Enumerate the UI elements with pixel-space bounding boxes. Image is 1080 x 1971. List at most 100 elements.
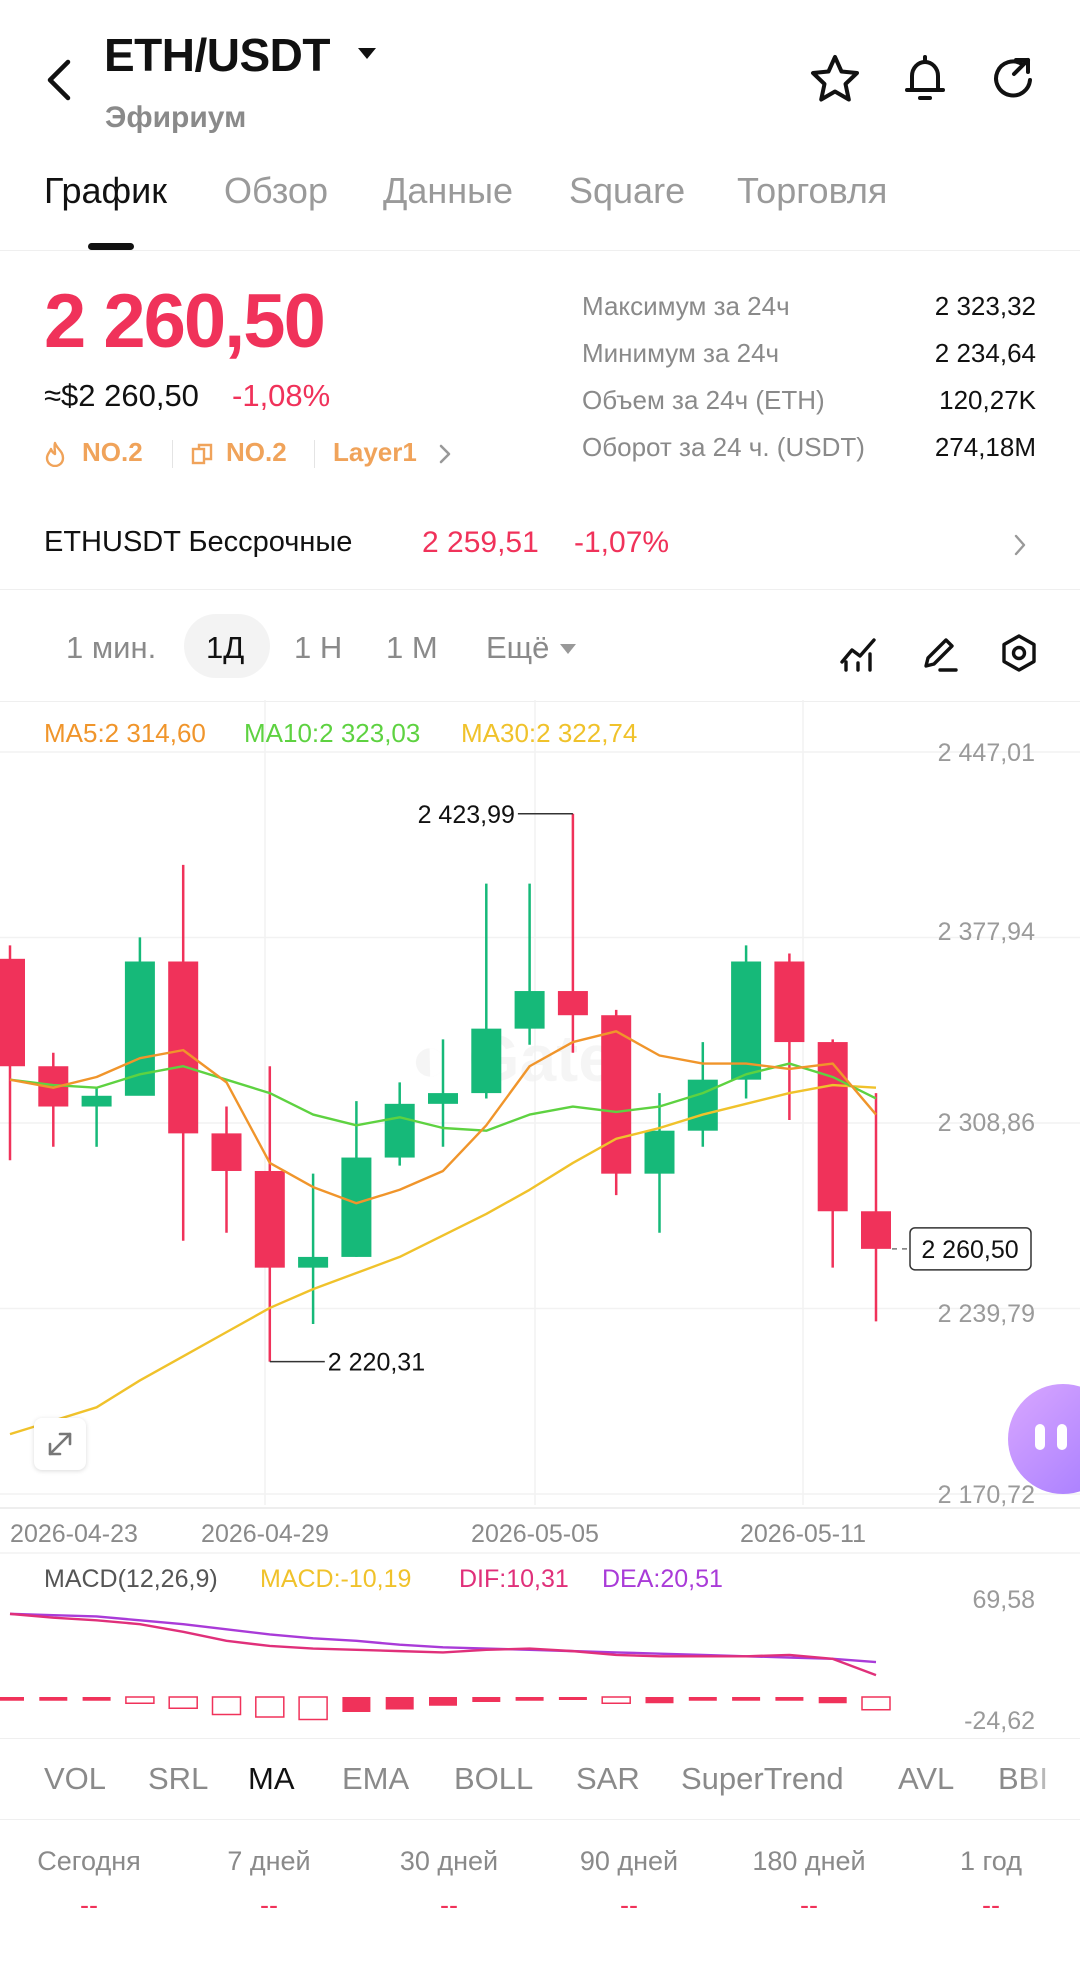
tab-square[interactable]: Square bbox=[569, 170, 685, 212]
price-change-pct: -1,08% bbox=[232, 378, 331, 413]
expand-button[interactable] bbox=[34, 1418, 86, 1470]
settings-icon[interactable] bbox=[998, 632, 1040, 674]
chevron-right-icon[interactable] bbox=[438, 443, 452, 465]
caret-down-icon[interactable] bbox=[356, 46, 378, 62]
macd-hist-bar bbox=[82, 1697, 111, 1701]
candle-body bbox=[601, 1015, 632, 1174]
x-tick-label: 2026-05-11 bbox=[740, 1520, 866, 1548]
perpetual-row[interactable]: ETHUSDT Бессрочные 2 259,51 -1,07% bbox=[0, 510, 1080, 590]
perf-label-30d: 30 дней bbox=[399, 1846, 499, 1876]
macd-hist-bar bbox=[342, 1697, 371, 1712]
header: ETH/USDT Эфириум bbox=[0, 0, 1080, 150]
candle-body bbox=[211, 1133, 242, 1171]
candle-body bbox=[471, 1028, 502, 1094]
perf-label-today: Сегодня bbox=[37, 1846, 141, 1876]
macd-hist-bar bbox=[645, 1697, 674, 1704]
perf-label-1y: 1 год bbox=[960, 1846, 1022, 1876]
pair-title[interactable]: ETH/USDT bbox=[104, 28, 331, 82]
last-price: 2 260,50 bbox=[44, 279, 326, 364]
back-arrow-icon[interactable] bbox=[38, 50, 82, 110]
indicator-vol[interactable]: VOL bbox=[44, 1761, 106, 1797]
x-tick-label: 2026-05-05 bbox=[471, 1520, 599, 1548]
interval-1min[interactable]: 1 мин. bbox=[66, 630, 156, 666]
candle-body bbox=[124, 961, 155, 1096]
perf-value: -- bbox=[80, 1890, 98, 1920]
chevron-right-icon bbox=[1014, 534, 1026, 556]
perf-label-90d: 90 дней bbox=[579, 1846, 679, 1876]
perpetual-price: 2 259,51 bbox=[422, 526, 539, 559]
macd-hist-bar bbox=[601, 1696, 631, 1704]
macd-hist-bar bbox=[429, 1697, 457, 1706]
candle-body bbox=[774, 961, 805, 1043]
scroll-fade bbox=[1020, 1739, 1080, 1819]
stat-value: 274,18M bbox=[934, 432, 1036, 462]
cube-icon bbox=[191, 443, 213, 465]
interval-1d[interactable]: 1Д bbox=[206, 630, 244, 666]
macd-hist-bar bbox=[688, 1697, 717, 1701]
indicator-srl[interactable]: SRL bbox=[148, 1761, 208, 1797]
interval-more[interactable]: Ещё bbox=[486, 630, 549, 666]
candle-body bbox=[428, 1093, 458, 1104]
candle-body bbox=[817, 1042, 848, 1212]
bell-icon[interactable] bbox=[898, 52, 952, 106]
rank-tag[interactable]: NO.2 bbox=[82, 437, 143, 468]
macd-y-tick-label: 69,58 bbox=[972, 1586, 1035, 1614]
refresh-icon[interactable] bbox=[986, 52, 1040, 106]
stat-value: 2 323,32 bbox=[934, 291, 1036, 321]
macd-hist-bar bbox=[255, 1696, 285, 1718]
perpetual-change-pct: -1,07% bbox=[574, 526, 670, 559]
candle-body bbox=[384, 1103, 415, 1158]
candle-body bbox=[514, 991, 545, 1029]
divider bbox=[172, 440, 173, 468]
candle-body bbox=[557, 991, 588, 1016]
low-label: 2 220,31 bbox=[328, 1349, 425, 1377]
perf-value: -- bbox=[440, 1890, 458, 1920]
indicator-supertrend[interactable]: SuperTrend bbox=[681, 1761, 844, 1797]
assistant-eye-icon bbox=[1035, 1424, 1045, 1450]
macd-hist-bar bbox=[515, 1697, 544, 1701]
macd-hist-bar bbox=[732, 1697, 761, 1701]
pair-subtitle: Эфириум bbox=[105, 101, 247, 134]
macd-hist-bar bbox=[125, 1696, 155, 1704]
candle-body bbox=[861, 1211, 891, 1249]
x-tick-label: 2026-04-23 bbox=[10, 1520, 138, 1548]
stat-label: Минимум за 24ч bbox=[582, 338, 780, 368]
indicator-avl[interactable]: AVL bbox=[898, 1761, 954, 1797]
stat-label: Оборот за 24 ч. (USDT) bbox=[582, 432, 865, 462]
perf-label-180d: 180 дней bbox=[752, 1846, 866, 1876]
expand-icon bbox=[48, 1432, 72, 1456]
perf-label-7d: 7 дней bbox=[227, 1846, 311, 1876]
macd-hist-bar bbox=[298, 1696, 328, 1721]
caret-down-icon[interactable] bbox=[559, 643, 577, 655]
tab-data[interactable]: Данные bbox=[383, 170, 513, 212]
assistant-eye-icon bbox=[1057, 1424, 1067, 1450]
tab-overview[interactable]: Обзор bbox=[224, 170, 328, 212]
perf-value: -- bbox=[800, 1890, 818, 1920]
indicator-bar: VOL SRL MA EMA BOLL SAR SuperTrend AVL B… bbox=[0, 1738, 1080, 1820]
category-tag[interactable]: Layer1 bbox=[333, 437, 417, 468]
stat-label: Объем за 24ч (ETH) bbox=[582, 385, 825, 415]
interval-1w[interactable]: 1 Н bbox=[294, 630, 342, 666]
current-price-label: 2 260,50 bbox=[921, 1236, 1018, 1264]
y-tick-label: 2 447,01 bbox=[938, 739, 1035, 767]
tab-trade[interactable]: Торговля bbox=[737, 170, 887, 212]
indicator-boll[interactable]: BOLL bbox=[454, 1761, 533, 1797]
interval-1m[interactable]: 1 М bbox=[386, 630, 438, 666]
indicator-sar[interactable]: SAR bbox=[576, 1761, 640, 1797]
indicator-ma[interactable]: MA bbox=[248, 1761, 295, 1797]
candle-body bbox=[81, 1095, 112, 1107]
macd-hist-bar bbox=[211, 1696, 242, 1716]
y-tick-label: 2 308,86 bbox=[938, 1109, 1035, 1137]
y-tick-label: 2 170,72 bbox=[938, 1481, 1035, 1509]
divider bbox=[0, 250, 1080, 251]
tab-chart[interactable]: График bbox=[44, 170, 167, 212]
y-tick-label: 2 239,79 bbox=[938, 1300, 1035, 1328]
category-rank-tag[interactable]: NO.2 bbox=[226, 437, 287, 468]
macd-hist-bar bbox=[775, 1697, 804, 1701]
pencil-icon[interactable] bbox=[918, 632, 960, 674]
macd-hist-bar bbox=[168, 1696, 198, 1709]
indicator-icon[interactable] bbox=[838, 632, 880, 674]
candle-body bbox=[168, 961, 199, 1134]
indicator-ema[interactable]: EMA bbox=[342, 1761, 409, 1797]
star-icon[interactable] bbox=[808, 52, 862, 106]
